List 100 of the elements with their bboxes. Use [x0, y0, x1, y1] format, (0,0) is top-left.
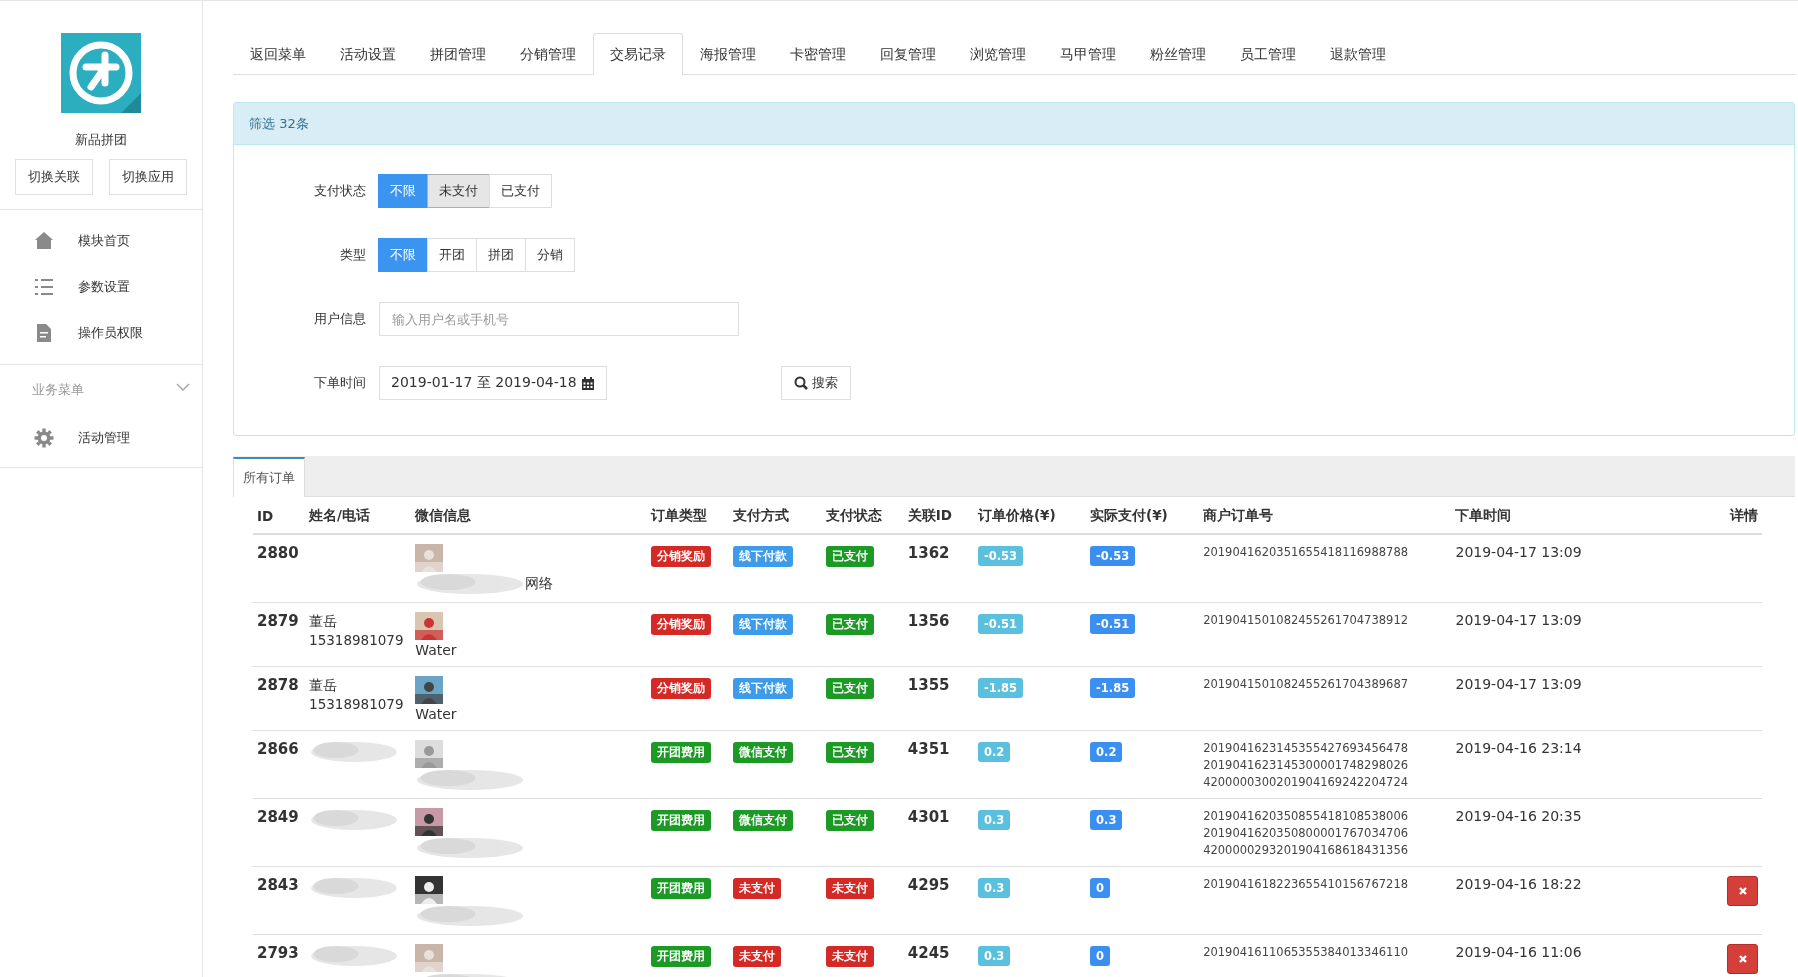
column-header: 下单时间 [1451, 497, 1702, 534]
related-id: 4295 [907, 876, 950, 894]
column-header: 订单类型 [646, 497, 729, 534]
price-label: -1.85 [977, 678, 1024, 698]
delete-button[interactable] [1727, 944, 1758, 974]
status-label: 开团费用 [650, 742, 711, 763]
order-id: 2843 [257, 876, 299, 894]
nav-tab[interactable]: 拼团管理 [413, 33, 503, 74]
orders-tab[interactable]: 所有订单 [233, 457, 305, 497]
order-time: 2019-04-16 18:22 [1455, 876, 1582, 892]
column-header: 详情 [1701, 497, 1762, 534]
status-label: 开团费用 [650, 946, 711, 967]
nav-tab[interactable]: 活动设置 [323, 33, 413, 74]
paid-label: -0.51 [1090, 614, 1136, 634]
delete-button[interactable] [1727, 876, 1758, 906]
status-label: 未支付 [732, 946, 781, 967]
menu-item[interactable]: 参数设置 [0, 264, 202, 310]
field-label: 用户信息 [313, 310, 367, 328]
status-label: 线下付款 [732, 614, 793, 635]
paid-label: -1.85 [1090, 678, 1136, 698]
nav-tab[interactable]: 退款管理 [1313, 33, 1403, 74]
merchant-order-number: 2019041620350855418108538006 [1203, 808, 1410, 825]
nav-tab[interactable]: 海报管理 [683, 33, 773, 74]
settings-icon [34, 428, 54, 448]
status-label: 已支付 [825, 546, 874, 567]
search-button[interactable]: 搜索 [780, 366, 851, 400]
price-label: -0.53 [977, 546, 1024, 566]
nav-tab[interactable]: 粉丝管理 [1133, 33, 1223, 74]
search-field[interactable]: 输入用户名或手机号 [379, 302, 739, 336]
switch-button[interactable]: 切换应用 [109, 159, 187, 195]
column-header: 实际支付(¥) [1086, 497, 1200, 534]
column-header: 商户订单号 [1199, 497, 1452, 534]
order-id: 2866 [257, 740, 299, 758]
column-header: 微信信息 [411, 497, 647, 534]
price-label: -0.51 [977, 614, 1024, 634]
merchant-order-number: 2019041623145300001748298026 [1203, 757, 1410, 774]
status-label: 已支付 [825, 742, 874, 763]
filter-option[interactable]: 已支付 [489, 174, 552, 208]
order-id: 2849 [257, 808, 299, 826]
customer-name: 董岳 [309, 612, 339, 631]
paid-label: 0.3 [1090, 810, 1123, 830]
price-label: 0.3 [977, 946, 1011, 966]
related-id: 4301 [907, 808, 950, 826]
filter-option[interactable]: 开团 [427, 238, 477, 272]
nav-tab[interactable]: 浏览管理 [953, 33, 1043, 74]
merchant-order-number: 2019041620351655418116988788 [1203, 544, 1410, 561]
field-label: 类型 [339, 246, 367, 264]
menu-item[interactable]: 活动管理 [0, 415, 202, 461]
merchant-order-number: 2019041623145355427693456478 [1203, 740, 1410, 757]
menu-item[interactable]: 操作员权限 [0, 310, 202, 356]
nav-tab[interactable]: 分销管理 [503, 33, 593, 74]
related-id: 1362 [907, 544, 950, 562]
related-id: 1355 [907, 676, 950, 694]
filter-option[interactable]: 分销 [525, 238, 575, 272]
column-header: 订单价格(¥) [973, 497, 1086, 534]
nav-tab[interactable]: 回复管理 [863, 33, 953, 74]
merchant-order-number: 2019041620350800001767034706 [1203, 825, 1410, 842]
status-label: 已支付 [825, 810, 874, 831]
status-label: 未支付 [825, 878, 874, 899]
menu-item[interactable]: 模块首页 [0, 218, 202, 264]
price-label: 0.3 [977, 878, 1011, 898]
nav-tab[interactable]: 返回菜单 [233, 33, 323, 74]
wechat-nickname: 网络 [525, 575, 554, 593]
related-id: 1356 [907, 612, 950, 630]
related-id: 4245 [907, 944, 950, 962]
merchant-order-number: 2019041618223655410156767218 [1203, 876, 1410, 893]
filter-option[interactable]: 拼团 [476, 238, 526, 272]
column-header: 支付状态 [821, 497, 904, 534]
nav-tab[interactable]: 卡密管理 [773, 33, 863, 74]
column-header: ID [253, 497, 306, 534]
merchant-order-number: 4200000293201904168618431356 [1203, 842, 1410, 859]
status-label: 分销奖励 [650, 614, 711, 635]
paid-label: 0.2 [1090, 742, 1123, 762]
column-header: 支付方式 [728, 497, 822, 534]
status-label: 已支付 [825, 678, 874, 699]
status-label: 线下付款 [732, 678, 793, 699]
status-label: 分销奖励 [650, 546, 711, 567]
status-label: 未支付 [825, 946, 874, 967]
status-label: 未支付 [732, 878, 781, 899]
nav-tab[interactable]: 交易记录 [593, 33, 683, 75]
column-header: 姓名/电话 [305, 497, 412, 534]
order-time: 2019-04-16 23:14 [1455, 740, 1582, 756]
merchant-order-number: 4200000300201904169242204724 [1203, 774, 1410, 791]
field-label: 下单时间 [313, 374, 367, 392]
order-time: 2019-04-17 13:09 [1455, 544, 1582, 560]
price-label: 0.2 [977, 742, 1011, 762]
nav-tab[interactable]: 马甲管理 [1043, 33, 1133, 74]
nav-tab[interactable]: 员工管理 [1223, 33, 1313, 74]
status-label: 开团费用 [650, 878, 711, 899]
date-range-field[interactable]: 2019-01-17 至 2019-04-18 [379, 366, 607, 400]
order-id: 2878 [257, 676, 299, 694]
filter-option[interactable]: 未支付 [427, 174, 490, 208]
status-label: 微信支付 [732, 810, 793, 831]
phone-number: 15318981079 [309, 695, 405, 714]
merchant-order-number: 2019041501082455261704389687 [1203, 676, 1410, 693]
list-icon [34, 277, 54, 297]
order-time: 2019-04-16 20:35 [1455, 808, 1582, 824]
switch-button[interactable]: 切换关联 [15, 159, 93, 195]
customer-name: 董岳 [309, 676, 339, 695]
status-label: 微信支付 [732, 742, 793, 763]
